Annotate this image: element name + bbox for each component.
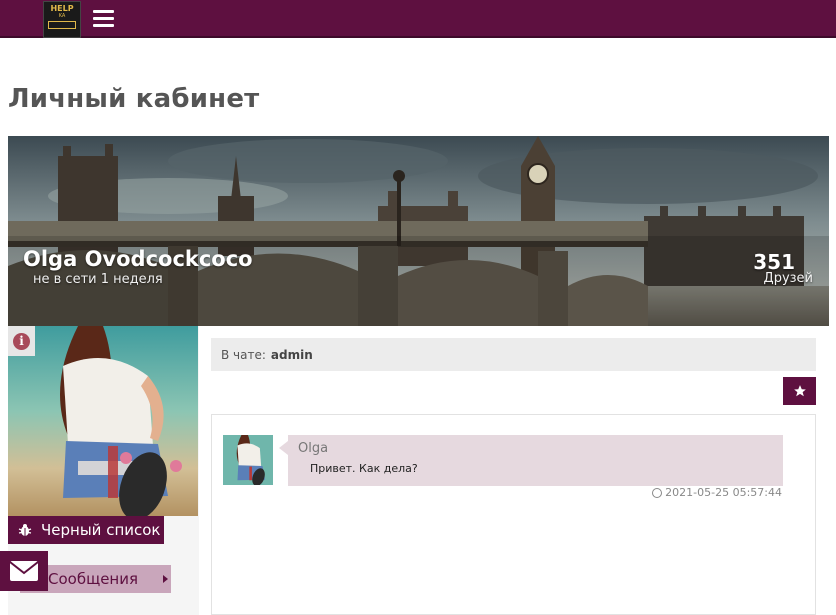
site-logo[interactable]: HELP KA: [43, 1, 81, 38]
avatar-image: [8, 326, 198, 516]
blacklist-label: Черный список: [41, 521, 161, 539]
page-title: Личный кабинет: [8, 84, 260, 114]
logo-text-line1: HELP: [50, 4, 74, 13]
profile-avatar: i: [8, 326, 198, 516]
logo-text-line2: KA: [58, 13, 66, 19]
message-avatar-image: [223, 435, 273, 485]
messages-label: Сообщения: [48, 570, 139, 588]
chevron-right-icon: [163, 575, 168, 583]
info-glyph: i: [13, 332, 30, 350]
chat-status-bar: В чате: admin: [211, 338, 816, 371]
in-chat-user[interactable]: admin: [271, 348, 313, 362]
message-author[interactable]: Olga: [298, 441, 328, 456]
friends-label[interactable]: Друзей: [764, 271, 813, 286]
profile-status: не в сети 1 неделя: [33, 272, 163, 287]
cover-image: [8, 136, 829, 326]
message-text: Привет. Как дела?: [310, 462, 418, 475]
blacklist-button[interactable]: Черный список: [8, 516, 164, 544]
message-timestamp: 2021-05-25 05:57:44: [652, 486, 782, 499]
bug-icon: [18, 524, 32, 536]
in-chat-label: В чате:: [221, 347, 266, 362]
top-navbar: HELP KA: [0, 0, 836, 38]
hamburger-icon[interactable]: [93, 10, 114, 28]
info-icon[interactable]: i: [8, 326, 35, 356]
profile-name: Olga Ovodcockcoco: [23, 247, 253, 271]
envelope-button[interactable]: [0, 551, 48, 591]
message-time-text: 2021-05-25 05:57:44: [665, 486, 782, 499]
chat-message-list: Olga Привет. Как дела? 2021-05-25 05:57:…: [211, 414, 816, 615]
envelope-icon: [9, 561, 39, 581]
message-avatar[interactable]: [223, 435, 273, 485]
clock-icon: [652, 487, 663, 498]
profile-cover: Olga Ovodcockcoco не в сети 1 неделя 351…: [8, 136, 829, 326]
message-bubble: Olga Привет. Как дела?: [279, 435, 783, 486]
logo-frame: [48, 21, 76, 29]
star-icon: [793, 385, 806, 397]
favorite-button[interactable]: [783, 377, 816, 405]
